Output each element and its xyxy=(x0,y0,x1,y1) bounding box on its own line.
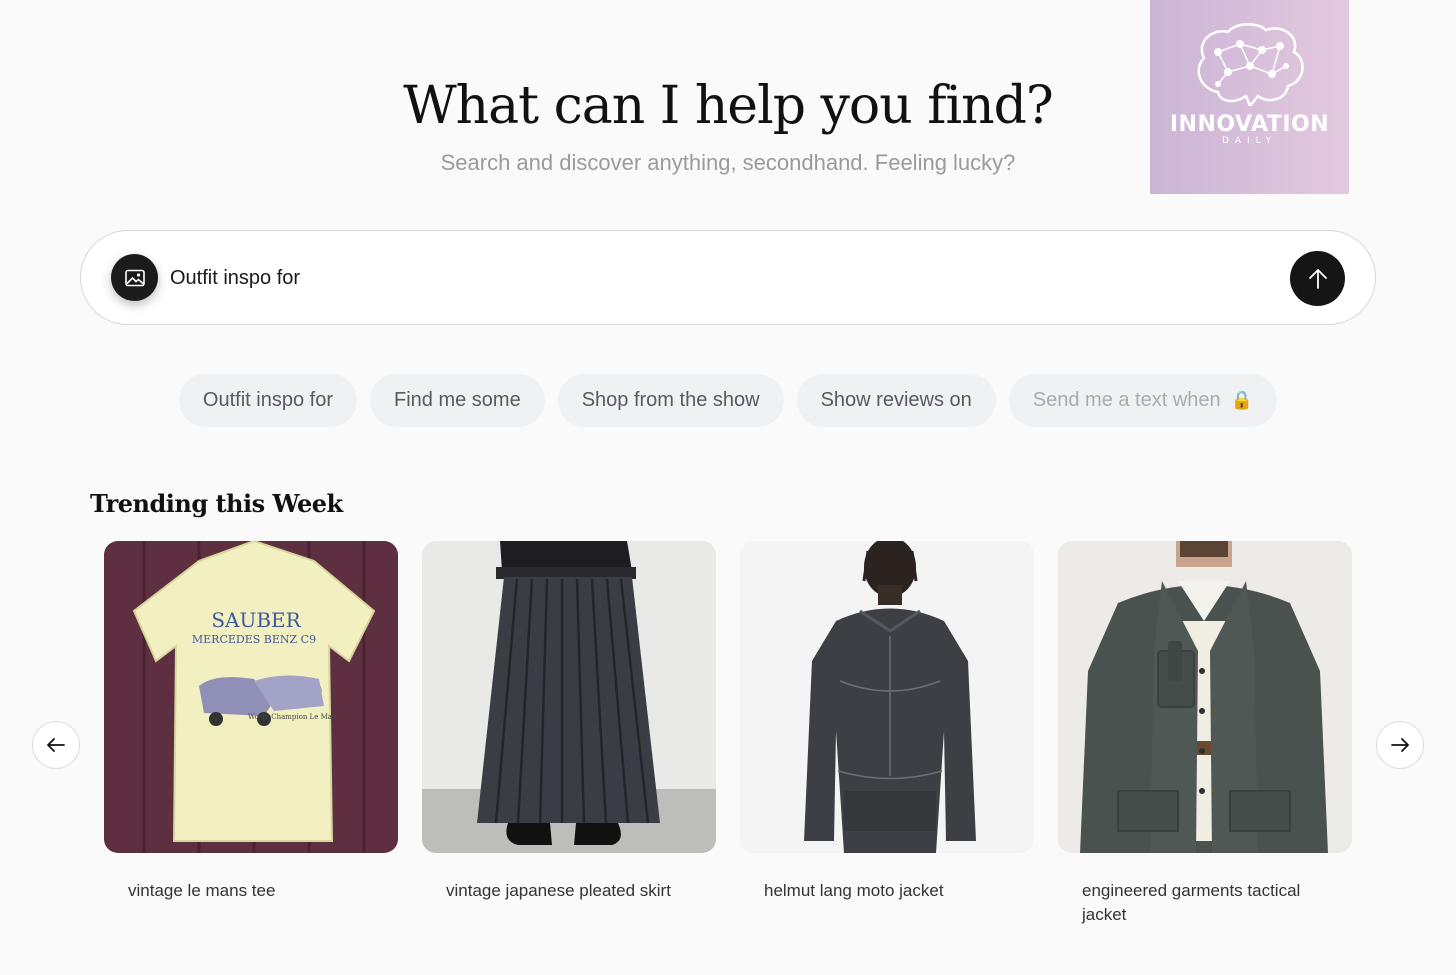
carousel-next-button[interactable] xyxy=(1376,721,1424,769)
image-icon xyxy=(124,269,145,286)
product-image-skirt[interactable] xyxy=(422,541,716,853)
chip-label: Outfit inspo for xyxy=(202,389,333,411)
chip-outfit-inspo[interactable]: Outfit inspo for xyxy=(178,374,357,427)
product-card[interactable]: engineered garments tactical jacket xyxy=(1058,541,1352,927)
chip-show-reviews[interactable]: Show reviews on xyxy=(796,374,996,427)
product-image-tactical-jacket[interactable] xyxy=(1058,541,1352,853)
product-image-tee[interactable]: SAUBER MERCEDES BENZ C9 World Champion L… xyxy=(104,541,398,853)
product-title[interactable]: engineered garments tactical jacket xyxy=(1058,879,1352,927)
arrow-up-icon xyxy=(1308,268,1327,289)
product-card[interactable]: vintage japanese pleated skirt xyxy=(422,541,716,903)
suggestion-chips: Outfit inspo for Find me some Shop from … xyxy=(0,374,1456,427)
page-subtitle: Search and discover anything, secondhand… xyxy=(440,150,1016,175)
chip-shop-from-show[interactable]: Shop from the show xyxy=(557,374,784,427)
product-title[interactable]: vintage le mans tee xyxy=(104,879,398,903)
arrow-right-icon xyxy=(1391,738,1409,752)
logo-subtitle: DAILY xyxy=(1222,136,1277,146)
chip-find-me-some[interactable]: Find me some xyxy=(369,374,545,427)
trending-title: Trending this Week xyxy=(90,489,343,518)
search-bar xyxy=(80,230,1376,325)
product-card[interactable]: helmut lang moto jacket xyxy=(740,541,1034,903)
chip-send-text-locked[interactable]: Send me a text when 🔒 xyxy=(1008,374,1278,427)
product-card[interactable]: SAUBER MERCEDES BENZ C9 World Champion L… xyxy=(104,541,398,903)
lock-icon: 🔒 xyxy=(1230,390,1254,410)
carousel-prev-button[interactable] xyxy=(32,721,80,769)
product-title[interactable]: helmut lang moto jacket xyxy=(740,879,1034,903)
send-button[interactable] xyxy=(1290,251,1345,306)
chip-label: Show reviews on xyxy=(820,389,972,411)
tee-print-title: SAUBER xyxy=(211,608,301,632)
chip-label: Shop from the show xyxy=(581,389,760,411)
chip-label: Send me a text when xyxy=(1032,389,1221,411)
tee-print-caption: World Champion Le Mans xyxy=(248,713,340,721)
tee-print-subtitle: MERCEDES BENZ C9 xyxy=(192,633,316,646)
product-title[interactable]: vintage japanese pleated skirt xyxy=(422,879,716,903)
search-input[interactable] xyxy=(170,261,1270,295)
image-upload-button[interactable] xyxy=(111,254,158,301)
arrow-left-icon xyxy=(47,738,65,752)
page-title: What can I help you find? xyxy=(403,76,1054,136)
chip-label: Find me some xyxy=(393,389,521,411)
product-image-moto-jacket[interactable] xyxy=(740,541,1034,853)
